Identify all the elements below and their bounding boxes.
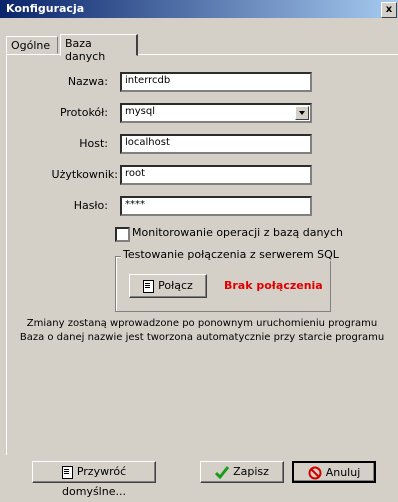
tab-general-label: Ogólne (11, 39, 51, 52)
tab-database-label: Baza danych (65, 37, 106, 63)
protocol-value: mysql (125, 106, 155, 117)
monitor-checkbox[interactable] (115, 227, 130, 242)
password-label: Hasło: (73, 199, 108, 212)
monitor-checkbox-label[interactable]: Monitorowanie operacji z bazą danych (132, 226, 343, 239)
title-bar: Konfiguracja x (0, 0, 398, 18)
cancel-icon (308, 466, 322, 480)
connect-button[interactable]: Połącz (129, 274, 207, 298)
info-line-2: Baza o danej nazwie jest tworzona automa… (19, 332, 385, 343)
protocol-select[interactable]: mysql (120, 103, 312, 123)
chevron-down-icon[interactable] (295, 106, 309, 120)
save-button[interactable]: Zapisz (200, 461, 284, 483)
user-label: Użytkownik: (51, 168, 118, 181)
document-icon (143, 279, 155, 293)
cancel-button[interactable]: Anuluj (292, 461, 376, 483)
info-line-1: Zmiany zostaną wprowadzone po ponownym u… (26, 318, 378, 329)
connect-button-label: Połącz (158, 279, 193, 292)
name-label: Nazwa: (67, 75, 108, 88)
document-icon (61, 465, 73, 479)
connection-status: Brak połączenia (224, 279, 323, 292)
restore-defaults-button[interactable]: Przywróć domyślne... (32, 461, 156, 498)
host-label: Host: (79, 137, 108, 150)
tab-database[interactable]: Baza danych (60, 34, 138, 63)
save-button-label: Zapisz (233, 465, 269, 478)
tab-general[interactable]: Ogólne (6, 36, 58, 54)
window-title: Konfiguracja (6, 2, 85, 15)
protocol-label: Protokół: (59, 106, 108, 119)
close-icon[interactable]: x (381, 2, 397, 18)
password-field[interactable]: **** (120, 196, 312, 216)
name-field[interactable]: interrcdb (120, 72, 312, 92)
user-field[interactable]: root (120, 165, 312, 185)
check-icon (215, 466, 230, 479)
connection-test-title: Testowanie połączenia z serwerem SQL (121, 248, 341, 261)
cancel-button-label: Anuluj (325, 466, 361, 479)
host-field[interactable]: localhost (120, 134, 312, 154)
